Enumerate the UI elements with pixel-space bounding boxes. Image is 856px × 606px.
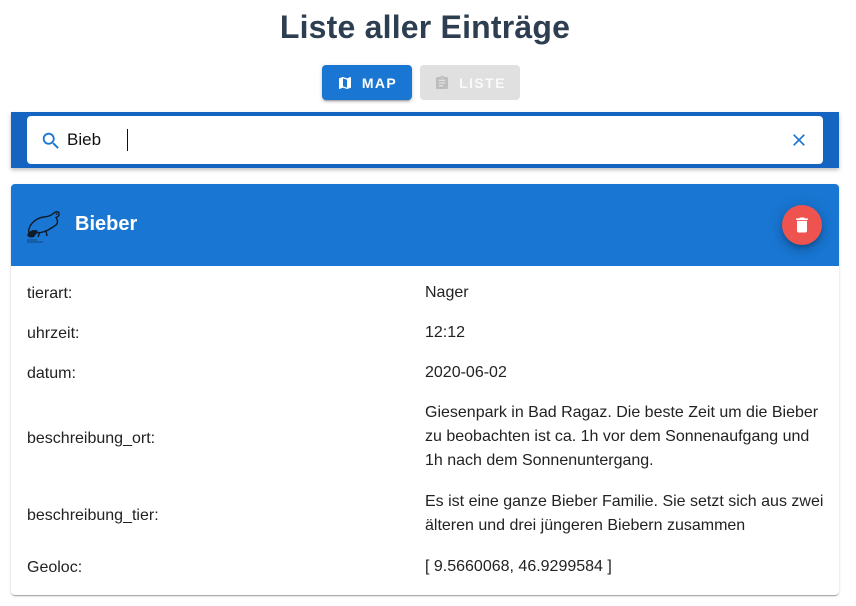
field-value: Giesenpark in Bad Ragaz. Die beste Zeit … xyxy=(425,404,819,469)
page-title: Liste aller Einträge xyxy=(279,9,571,45)
liste-button[interactable]: Liste xyxy=(420,65,520,100)
map-icon xyxy=(338,76,351,89)
entry-card: Bieber tierart: Nager uhrzeit: 12:12 dat… xyxy=(11,184,839,595)
search-input[interactable] xyxy=(67,126,767,154)
field-value: 2020-06-02 xyxy=(425,364,507,381)
liste-button-label: Liste xyxy=(459,74,506,91)
beaver-icon xyxy=(27,211,60,243)
trash-icon xyxy=(796,217,808,233)
close-icon[interactable] xyxy=(789,130,809,150)
field-label: beschreibung_ort: xyxy=(27,430,156,447)
clipboard-icon xyxy=(436,75,449,89)
search-bar xyxy=(11,112,839,168)
search-icon xyxy=(42,132,59,149)
field-label: datum: xyxy=(27,365,76,382)
field-label: tierart: xyxy=(27,285,73,302)
map-button-label: Map xyxy=(361,74,398,91)
entry-title: Bieber xyxy=(75,213,138,235)
map-button[interactable]: Map xyxy=(322,65,412,100)
entry-card-header: Bieber xyxy=(11,184,839,266)
field-label: Geoloc: xyxy=(27,559,83,576)
field-value: Es ist eine ganze Bieber Familie. Sie se… xyxy=(425,493,824,534)
delete-button[interactable] xyxy=(782,205,822,245)
field-label: beschreibung_tier: xyxy=(27,507,159,524)
page: Liste aller Einträge Map Liste xyxy=(0,0,856,606)
text-caret xyxy=(127,129,128,151)
search-box xyxy=(27,116,823,164)
field-value: [ 9.5660068, 46.9299584 ] xyxy=(425,558,612,575)
field-value: 12:12 xyxy=(425,324,466,341)
field-label: uhrzeit: xyxy=(27,325,80,342)
field-value: Nager xyxy=(425,284,469,301)
